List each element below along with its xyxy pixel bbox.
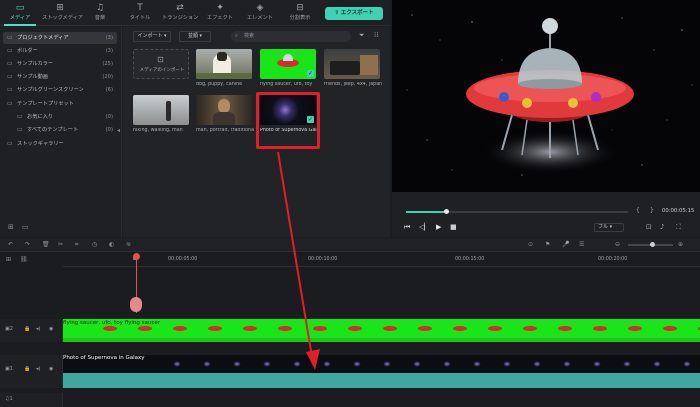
annotation-arrow bbox=[277, 151, 320, 370]
